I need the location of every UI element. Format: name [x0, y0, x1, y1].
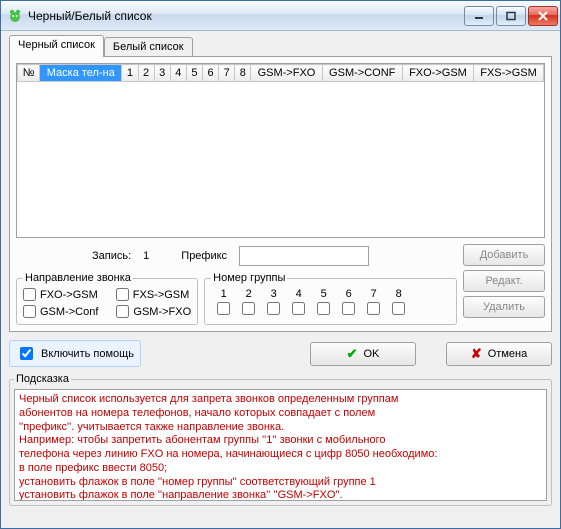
direction-legend: Направление звонка: [23, 272, 133, 284]
tab-blacklist[interactable]: Черный список: [9, 35, 104, 57]
chk-fxs-gsm[interactable]: FXS->GSM: [116, 288, 190, 301]
tab-whitelist[interactable]: Белый список: [104, 37, 193, 56]
titlebar[interactable]: Черный/Белый список: [1, 1, 560, 31]
col-fxo-gsm[interactable]: FXO->GSM: [402, 65, 473, 82]
col-7[interactable]: 7: [219, 65, 235, 82]
window-title: Черный/Белый список: [28, 9, 462, 23]
direction-group: Направление звонка FXO->GSM FXS->GSM GSM…: [16, 272, 198, 325]
minimize-button[interactable]: [464, 6, 494, 26]
col-num[interactable]: №: [18, 65, 40, 82]
group-chk-8[interactable]: [392, 302, 405, 315]
col-2[interactable]: 2: [138, 65, 154, 82]
help-label: Включить помощь: [41, 348, 134, 360]
col-6[interactable]: 6: [203, 65, 219, 82]
close-button[interactable]: [528, 6, 558, 26]
group-chk-6[interactable]: [342, 302, 355, 315]
tab-page-blacklist: № Маска тел-на 1 2 3 4 5 6 7 8 GSM->FXO …: [9, 56, 552, 332]
group-legend: Номер группы: [211, 272, 287, 284]
help-row: Включить помощь ✔ OK ✘ Отмена: [9, 340, 552, 367]
group-nums: 1 2 3 4 5 6 7 8: [211, 288, 450, 300]
prefix-input[interactable]: [239, 246, 369, 266]
record-label: Запись:: [92, 250, 131, 262]
hint-legend: Подсказка: [14, 373, 71, 385]
window-buttons: [462, 6, 558, 26]
chk-gsm-fxo[interactable]: GSM->FXO: [116, 305, 191, 318]
group-chk-1[interactable]: [217, 302, 230, 315]
help-toggle[interactable]: Включить помощь: [9, 340, 141, 367]
cancel-button[interactable]: ✘ Отмена: [446, 342, 552, 366]
prefix-label: Префикс: [181, 250, 227, 262]
add-button[interactable]: Добавить: [463, 244, 545, 266]
col-mask[interactable]: Маска тел-на: [40, 65, 122, 82]
col-3[interactable]: 3: [154, 65, 170, 82]
chk-fxs-gsm-input[interactable]: [116, 288, 129, 301]
controls-row: Запись: 1 Префикс Направление звонка FXO…: [16, 244, 545, 325]
chk-fxo-gsm[interactable]: FXO->GSM: [23, 288, 98, 301]
group-chk-4[interactable]: [292, 302, 305, 315]
group-chk-3[interactable]: [267, 302, 280, 315]
col-fxs-gsm[interactable]: FXS->GSM: [474, 65, 544, 82]
group-chk-5[interactable]: [317, 302, 330, 315]
hint-box: Подсказка Черный список используется для…: [9, 373, 552, 506]
record-value: 1: [143, 250, 149, 262]
check-icon: ✔: [347, 346, 358, 362]
group-box: Номер группы 1 2 3 4 5 6 7: [204, 272, 457, 325]
chk-gsm-conf-input[interactable]: [23, 305, 36, 318]
record-line: Запись: 1 Префикс: [16, 244, 457, 272]
edit-button[interactable]: Редакт.: [463, 270, 545, 292]
col-4[interactable]: 4: [170, 65, 186, 82]
left-controls: Запись: 1 Префикс Направление звонка FXO…: [16, 244, 457, 325]
maximize-button[interactable]: [496, 6, 526, 26]
app-icon: [7, 8, 23, 24]
hint-body: Черный список используется для запрета з…: [14, 389, 547, 501]
side-buttons: Добавить Редакт. Удалить: [463, 244, 545, 318]
chk-gsm-fxo-input[interactable]: [116, 305, 129, 318]
cross-icon: ✘: [471, 346, 482, 362]
grid-wrap[interactable]: № Маска тел-на 1 2 3 4 5 6 7 8 GSM->FXO …: [16, 63, 545, 238]
chk-fxo-gsm-input[interactable]: [23, 288, 36, 301]
col-1[interactable]: 1: [122, 65, 138, 82]
col-8[interactable]: 8: [235, 65, 251, 82]
tab-strip: Черный список Белый список: [9, 35, 552, 56]
group-chk-7[interactable]: [367, 302, 380, 315]
col-5[interactable]: 5: [186, 65, 202, 82]
app-window: Черный/Белый список Черный список Белый …: [0, 0, 561, 529]
help-checkbox[interactable]: [20, 347, 33, 360]
group-checks: [211, 302, 450, 318]
group-chk-2[interactable]: [242, 302, 255, 315]
chk-gsm-conf[interactable]: GSM->Conf: [23, 305, 98, 318]
client-area: Черный список Белый список № Маска тел-н…: [1, 31, 560, 528]
grid: № Маска тел-на 1 2 3 4 5 6 7 8 GSM->FXO …: [17, 64, 544, 82]
ok-button[interactable]: ✔ OK: [310, 342, 416, 366]
col-gsm-conf[interactable]: GSM->CONF: [322, 65, 402, 82]
delete-button[interactable]: Удалить: [463, 296, 545, 318]
col-gsm-fxo[interactable]: GSM->FXO: [251, 65, 322, 82]
